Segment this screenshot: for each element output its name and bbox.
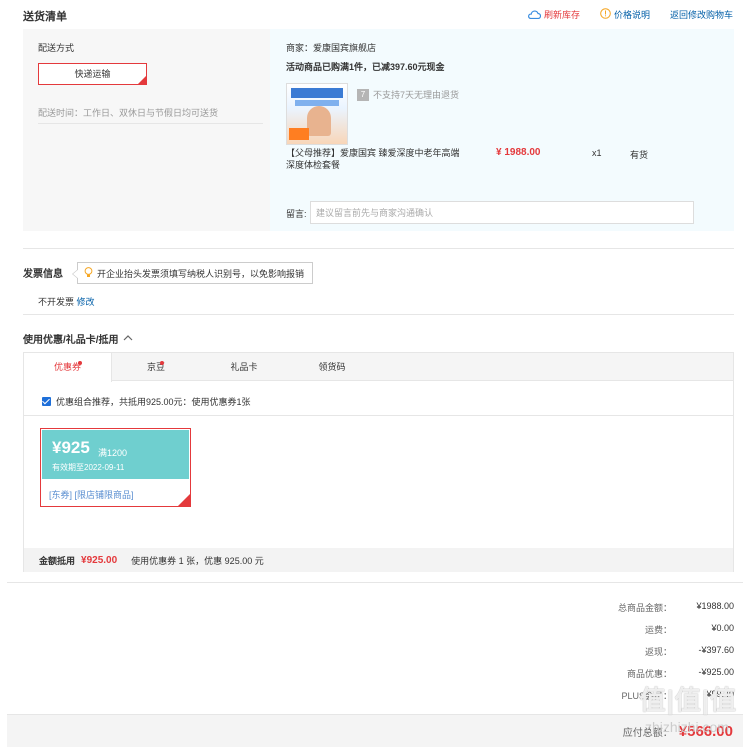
back-to-cart-link[interactable]: 返回修改购物车 [670, 8, 733, 21]
lightbulb-icon [84, 266, 93, 280]
remark-input[interactable] [310, 201, 694, 224]
total-row: 返现： -¥397.60 [644, 645, 734, 657]
new-dot-icon [160, 361, 164, 365]
section-title-delivery: 送货清单 [23, 11, 67, 23]
invoice-tip: 开企业抬头发票须填写纳税人识别号，以免影响报销 [72, 262, 313, 284]
watermark-site: zhizhizhi.com [644, 719, 729, 735]
no-return-notice: 7 不支持7天无理由退货 [357, 88, 459, 101]
delivery-time-note: 配送时间：工作日、双休日与节假日均可送货 [38, 108, 219, 118]
info-circle-icon [600, 8, 611, 21]
total-row: 总商品金额： ¥1988.00 [617, 601, 734, 613]
merchant-name: 商家：爱康国宾旗舰店 [286, 43, 377, 53]
shipping-panel: 配送方式 快递运输 配送时间：工作日、双休日与节假日均可送货 [23, 29, 270, 231]
tab-redeem-code[interactable]: 领货码 [288, 353, 376, 381]
divider [23, 248, 734, 249]
promo-text: 活动商品已购满1件，已减397.60元现金 [286, 62, 445, 72]
express-shipping-option[interactable]: 快递运输 [38, 63, 147, 85]
remark-label: 留言: [286, 209, 307, 219]
chevron-up-icon [123, 333, 133, 344]
selected-corner-icon [178, 494, 190, 506]
coupon-tabs: 优惠券 京豆 礼品卡 领货码 [24, 353, 733, 382]
divider [23, 314, 734, 315]
divider [7, 582, 743, 583]
cloud-refresh-icon [527, 10, 541, 19]
header-actions: 刷新库存 价格说明 返回修改购物车 [527, 8, 733, 21]
product-name-link[interactable]: 【父母推荐】爱康国宾 臻爱深度中老年高端 深度体检套餐 [286, 147, 466, 171]
product-quantity: x1 [592, 148, 602, 158]
new-dot-icon [78, 361, 82, 365]
coupon-summary: 金额抵用 ¥925.00 使用优惠券 1 张，优惠 925.00 元 [24, 548, 733, 572]
checkbox-checked[interactable] [42, 397, 51, 406]
stock-status: 有货 [630, 150, 649, 160]
coupon-section-toggle[interactable]: 使用优惠/礼品卡/抵用 [23, 331, 133, 346]
divider [24, 415, 733, 416]
refresh-stock-link[interactable]: 刷新库存 [527, 8, 580, 21]
coupon-panel: 优惠券 京豆 礼品卡 领货码 优惠组合推荐，共抵用925.00元：使用优惠券1张… [23, 352, 734, 572]
coupon-amount: ¥925 [52, 438, 90, 457]
product-image[interactable] [286, 83, 348, 145]
coupon-tags: [东券] [限店铺限商品] [49, 490, 134, 500]
price-info-link[interactable]: 价格说明 [600, 8, 650, 21]
tab-coupons[interactable]: 优惠券 [24, 353, 112, 382]
invoice-edit-link[interactable]: 修改 [77, 297, 95, 307]
selected-corner-icon [138, 76, 146, 84]
invoice-value: 不开发票 修改 [38, 297, 95, 307]
shipping-method-label: 配送方式 [38, 43, 75, 53]
tab-jingdou[interactable]: 京豆 [112, 353, 200, 381]
payable-bar: 应付总额： ¥566.00 [7, 714, 743, 747]
product-price: ¥ 1988.00 [496, 147, 541, 158]
no-7day-return-icon: 7 [357, 88, 369, 101]
order-panel: 商家：爱康国宾旗舰店 活动商品已购满1件，已减397.60元现金 7 不支持7天… [270, 29, 734, 231]
watermark-logo: 值|值|值 [639, 685, 737, 715]
total-row: 商品优惠： -¥925.00 [626, 667, 734, 679]
section-title-invoice: 发票信息 [23, 269, 63, 280]
combo-recommend[interactable]: 优惠组合推荐，共抵用925.00元：使用优惠券1张 [42, 395, 251, 408]
tab-gift-card[interactable]: 礼品卡 [200, 353, 288, 381]
coupon-card[interactable]: ¥925 满1200 有效期至2022-09-11 [东券] [限店铺限商品] [40, 428, 191, 507]
coupon-condition: 满1200 [98, 448, 128, 458]
divider [38, 123, 263, 124]
total-row: 运费： ¥0.00 [644, 623, 734, 635]
coupon-expiry: 有效期至2022-09-11 [52, 463, 125, 472]
